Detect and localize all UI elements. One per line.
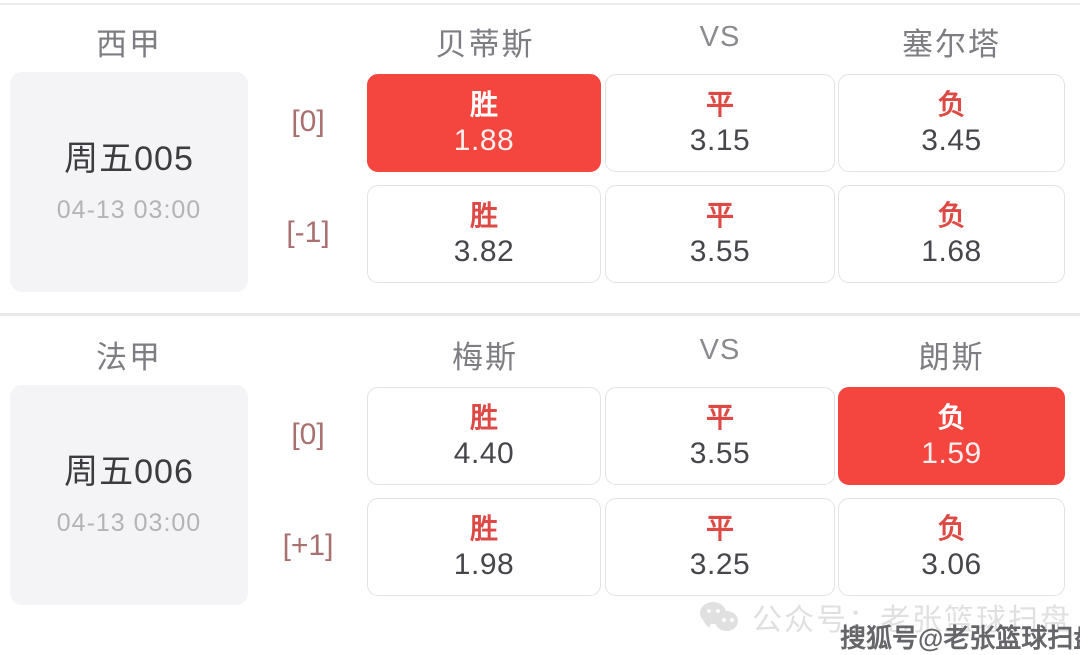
odds-outcome-label: 平 [705, 88, 734, 120]
odds-value: 1.59 [921, 436, 982, 470]
odds-cell-win[interactable]: 胜 1.98 [367, 498, 601, 596]
odds-cell-lose[interactable]: 负 3.45 [838, 74, 1065, 172]
odds-value: 3.55 [689, 436, 751, 470]
odds-outcome-label: 胜 [469, 88, 498, 120]
odds-cell-draw[interactable]: 平 3.55 [605, 387, 835, 485]
odds-outcome-label: 负 [937, 401, 966, 433]
odds-outcome-label: 胜 [469, 199, 498, 231]
match-header: 西甲 贝蒂斯 VS 塞尔塔 [0, 7, 1080, 69]
odds-cell-win[interactable]: 胜 3.82 [367, 185, 601, 283]
vs-label: VS [699, 334, 741, 366]
home-team-name: 贝蒂斯 [435, 27, 535, 62]
odds-cell-draw[interactable]: 平 3.55 [605, 185, 835, 283]
away-team-name: 塞尔塔 [902, 27, 1001, 62]
odds-outcome-label: 负 [937, 512, 966, 544]
odds-value: 3.45 [921, 123, 982, 157]
vs-label: VS [699, 21, 741, 53]
odds-cell-win[interactable]: 胜 1.88 [367, 74, 601, 172]
odds-row: [0] 胜 4.40 平 3.55 负 1.59 [0, 382, 1080, 488]
handicap-label: [+1] [282, 529, 334, 562]
match-header: 法甲 梅斯 VS 朗斯 [0, 320, 1080, 382]
handicap-label: [-1] [286, 216, 330, 249]
handicap-label: [0] [291, 418, 325, 451]
block-divider [0, 313, 1080, 316]
odds-value: 1.88 [453, 123, 515, 157]
match-block: 法甲 梅斯 VS 朗斯 周五006 04-13 03:00 [0] 胜 4.40… [0, 320, 1080, 655]
match-block: 西甲 贝蒂斯 VS 塞尔塔 周五005 04-13 03:00 [0] 胜 1.… [0, 7, 1080, 313]
odds-outcome-label: 负 [937, 199, 966, 231]
odds-outcome-label: 平 [705, 512, 734, 544]
odds-value: 4.40 [453, 436, 515, 470]
league-name: 西甲 [96, 27, 162, 62]
odds-outcome-label: 胜 [469, 401, 498, 433]
top-divider [0, 0, 1080, 5]
odds-value: 3.15 [689, 123, 751, 157]
odds-cell-lose[interactable]: 负 1.68 [838, 185, 1065, 283]
away-team-name: 朗斯 [918, 340, 985, 375]
odds-value: 3.25 [689, 547, 751, 581]
odds-cell-draw[interactable]: 平 3.25 [605, 498, 835, 596]
home-team-name: 梅斯 [452, 340, 518, 375]
odds-cell-win[interactable]: 胜 4.40 [367, 387, 601, 485]
odds-row: [+1] 胜 1.98 平 3.25 负 3.06 [0, 493, 1080, 599]
odds-page: 西甲 贝蒂斯 VS 塞尔塔 周五005 04-13 03:00 [0] 胜 1.… [0, 0, 1080, 655]
handicap-label: [0] [291, 105, 325, 138]
odds-outcome-label: 平 [705, 199, 734, 231]
odds-cell-draw[interactable]: 平 3.15 [605, 74, 835, 172]
odds-outcome-label: 负 [937, 88, 966, 120]
league-name: 法甲 [96, 340, 162, 375]
odds-row: [-1] 胜 3.82 平 3.55 负 1.68 [0, 180, 1080, 286]
odds-cell-lose[interactable]: 负 3.06 [838, 498, 1065, 596]
odds-value: 1.98 [453, 547, 515, 581]
odds-cell-lose[interactable]: 负 1.59 [838, 387, 1065, 485]
odds-value: 3.06 [921, 547, 982, 581]
odds-value: 3.82 [453, 234, 515, 268]
odds-row: [0] 胜 1.88 平 3.15 负 3.45 [0, 69, 1080, 175]
odds-value: 3.55 [689, 234, 751, 268]
odds-value: 1.68 [921, 234, 982, 268]
odds-outcome-label: 平 [705, 401, 734, 433]
odds-outcome-label: 胜 [469, 512, 498, 544]
